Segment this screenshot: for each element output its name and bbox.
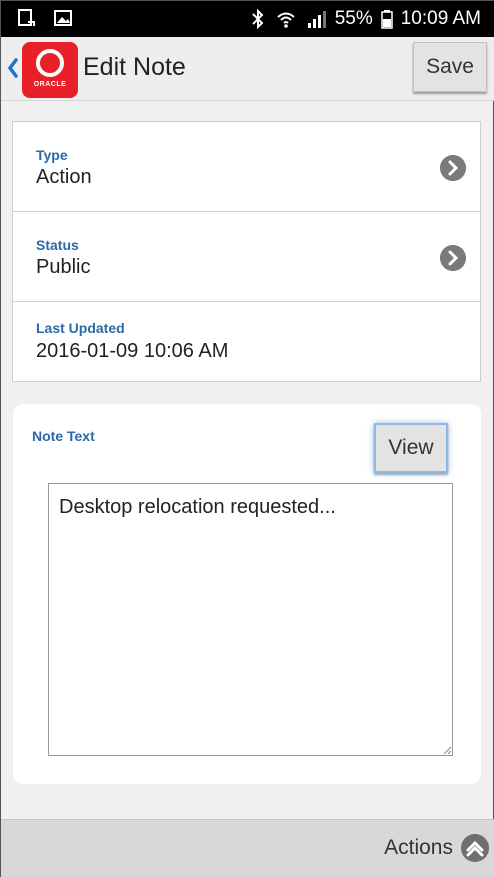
field-list: Type Action Status Public Last Updated 2… — [12, 121, 481, 382]
screen-icon — [18, 9, 35, 26]
signal-icon — [307, 11, 326, 28]
last-updated-row: Last Updated 2016-01-09 10:06 AM — [13, 302, 480, 381]
status-label: Status — [36, 237, 79, 253]
page-title: Edit Note — [83, 53, 186, 81]
last-updated-value: 2016-01-09 10:06 AM — [36, 340, 229, 362]
clock: 10:09 AM — [400, 8, 481, 29]
footer-bar: Actions — [1, 819, 494, 877]
status-value: Public — [36, 256, 91, 278]
actions-label: Actions — [384, 836, 453, 859]
type-value: Action — [36, 166, 92, 188]
last-updated-label: Last Updated — [36, 320, 125, 336]
chevron-right-circle-icon[interactable] — [440, 155, 466, 181]
battery-percent: 55% — [334, 8, 373, 29]
view-button[interactable]: View — [374, 423, 448, 473]
note-text-label: Note Text — [32, 428, 95, 444]
status-bar: 55% 10:09 AM — [1, 1, 494, 37]
logo-text: ORACLE — [33, 81, 67, 88]
chevron-up-circle-icon[interactable] — [461, 834, 489, 862]
bluetooth-icon — [251, 9, 264, 29]
wifi-icon — [277, 12, 295, 28]
oracle-logo: ORACLE — [22, 42, 78, 98]
image-icon — [54, 10, 72, 26]
type-label: Type — [36, 147, 68, 163]
chevron-left-icon[interactable] — [5, 55, 21, 81]
resize-grip-icon[interactable] — [442, 745, 452, 755]
battery-icon — [380, 10, 393, 29]
note-text-area[interactable]: Desktop relocation requested... — [48, 483, 453, 756]
type-row[interactable]: Type Action — [13, 122, 480, 212]
status-row[interactable]: Status Public — [13, 212, 480, 302]
chevron-right-circle-icon[interactable] — [440, 245, 466, 271]
save-button[interactable]: Save — [413, 42, 487, 92]
app-frame: 55% 10:09 AM ORACLE Edit Note Save Type … — [0, 0, 494, 877]
header-bar: ORACLE Edit Note Save — [1, 37, 494, 101]
note-card: Note Text View Desktop relocation reques… — [13, 404, 481, 784]
actions-button[interactable]: Actions — [384, 830, 489, 866]
